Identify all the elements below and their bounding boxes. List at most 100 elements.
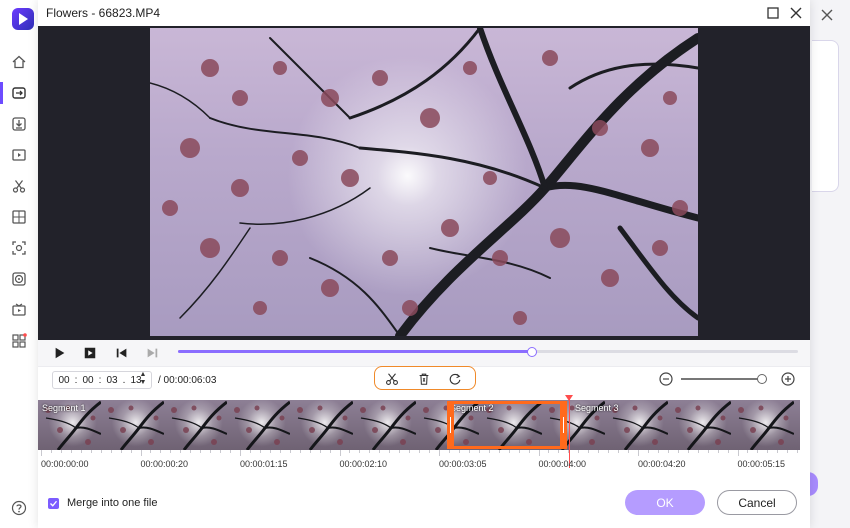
screen-record-icon[interactable] [0, 237, 38, 259]
timeline-thumbnail [794, 400, 800, 450]
ruler-tick [518, 450, 520, 453]
playback-controls [38, 340, 810, 367]
ruler-label: 00:00:03:05 [439, 459, 487, 469]
ruler-tick [130, 450, 132, 453]
selected-segment[interactable] [447, 401, 567, 449]
ruler-tick [80, 450, 82, 453]
compress-icon[interactable] [0, 206, 38, 228]
scissors-icon[interactable] [0, 175, 38, 197]
ruler-label: 00:00:00:20 [140, 459, 189, 469]
segment-right-handle[interactable] [560, 401, 567, 449]
ok-button[interactable]: OK [625, 490, 705, 515]
video-preview[interactable] [38, 26, 810, 340]
timeline-thumbnail [290, 400, 353, 450]
ruler-tick [598, 450, 600, 453]
download-icon[interactable] [0, 113, 38, 135]
app-logo [12, 8, 34, 30]
merge-label: Merge into one file [67, 497, 158, 509]
ruler-tick [429, 450, 431, 453]
ruler-tick [707, 450, 709, 453]
stop-icon[interactable] [82, 345, 98, 361]
playhead-marker[interactable] [565, 395, 573, 401]
ruler-tick [369, 450, 371, 453]
playback-progress-bar[interactable] [178, 347, 798, 357]
time-minutes: 00 [82, 374, 94, 386]
merge-checkbox[interactable] [48, 497, 59, 509]
ruler-tick [747, 450, 749, 453]
ruler-label: 00:00:04:00 [538, 459, 587, 469]
ruler-tick [329, 450, 331, 453]
ruler-tick [717, 450, 719, 453]
cancel-button[interactable]: Cancel [717, 490, 797, 515]
dvd-icon[interactable] [0, 268, 38, 290]
video-icon[interactable] [0, 144, 38, 166]
scissors-icon[interactable] [384, 371, 400, 387]
ruler-tick [180, 450, 182, 453]
ruler-tick [528, 450, 530, 453]
ruler-tick [439, 450, 440, 456]
ruler-tick [578, 450, 580, 453]
titlebar: Flowers - 66823.MP4 [38, 0, 810, 26]
background-close-icon[interactable] [818, 6, 836, 24]
ruler-tick [60, 450, 62, 453]
ruler-tick [508, 450, 510, 453]
ruler-tick [568, 450, 570, 453]
ruler-tick [667, 450, 669, 453]
ruler-tick [259, 450, 261, 453]
current-time-input[interactable]: 00: 00: 03. 13 [52, 371, 152, 389]
edit-tools [374, 366, 476, 390]
ruler-tick [677, 450, 679, 453]
help-icon[interactable] [0, 497, 38, 519]
ruler-tick [638, 450, 639, 456]
ruler-tick [657, 450, 659, 453]
delete-icon[interactable] [416, 371, 432, 387]
ruler-tick [458, 450, 460, 453]
ruler-tick [299, 450, 301, 453]
ruler-tick [628, 450, 630, 453]
timeline-strip[interactable] [38, 400, 800, 450]
ruler-tick [767, 450, 769, 453]
reset-icon[interactable] [447, 371, 463, 387]
segment-label[interactable]: Segment 3 [575, 403, 619, 413]
time-stepper[interactable]: ▲ ▼ [138, 371, 148, 389]
chevron-down-icon[interactable]: ▼ [138, 379, 148, 387]
close-icon[interactable] [788, 5, 804, 21]
ruler-tick [777, 450, 779, 453]
ruler-tick [70, 450, 72, 453]
merge-option[interactable]: Merge into one file [48, 497, 158, 509]
playback-progress-knob[interactable] [527, 347, 538, 357]
ruler-tick [160, 450, 162, 453]
segment-left-handle[interactable] [447, 401, 454, 449]
next-frame-icon[interactable] [144, 345, 160, 361]
chevron-up-icon[interactable]: ▲ [138, 371, 148, 379]
ruler-tick [150, 450, 152, 453]
ruler-tick [90, 450, 92, 453]
ruler-tick [468, 450, 470, 453]
ruler-tick [339, 450, 341, 456]
ruler-tick [269, 450, 271, 453]
previous-frame-icon[interactable] [114, 345, 130, 361]
tv-icon[interactable] [0, 299, 38, 321]
convert-icon[interactable] [0, 82, 38, 104]
home-icon[interactable] [0, 51, 38, 73]
ruler-tick [538, 450, 540, 456]
total-duration: / 00:00:06:03 [158, 375, 217, 386]
ruler-tick [787, 450, 789, 453]
apps-icon[interactable] [0, 330, 38, 352]
timeline-thumbnail [353, 400, 416, 450]
zoom-slider-knob[interactable] [756, 374, 767, 384]
zoom-slider-track[interactable] [681, 378, 765, 380]
timeline-thumbnail [227, 400, 290, 450]
ruler-tick [230, 450, 232, 453]
zoom-in-icon[interactable] [780, 371, 796, 387]
zoom-out-icon[interactable] [658, 371, 674, 387]
ruler-tick [697, 450, 699, 453]
timeline-thumbnail [101, 400, 164, 450]
maximize-icon[interactable] [765, 5, 781, 21]
ruler-tick [240, 450, 241, 456]
ruler-tick [140, 450, 142, 456]
background-card [812, 40, 839, 192]
ruler-tick [727, 450, 729, 453]
play-icon[interactable] [52, 345, 68, 361]
segment-label[interactable]: Segment 1 [42, 403, 86, 413]
